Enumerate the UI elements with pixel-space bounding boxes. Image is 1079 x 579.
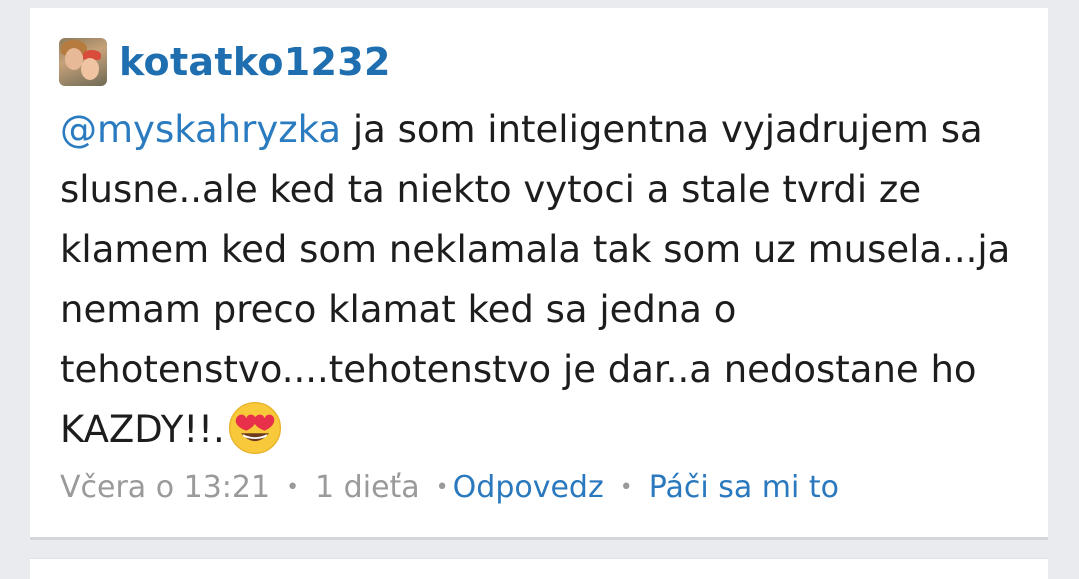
author-username[interactable]: kotatko1232 (119, 40, 391, 84)
avatar[interactable] (59, 38, 107, 86)
post-body: @myskahryzka ja som inteligentna vyjadru… (60, 100, 1035, 460)
post-category: 1 dieťa (315, 470, 420, 505)
reply-link[interactable]: Odpovedz (453, 470, 604, 505)
heart-eyes-emoji-icon (227, 400, 283, 456)
post-card: kotatko1232 @myskahryzka ja som intelige… (30, 8, 1048, 540)
post-text: ja som inteligentna vyjadrujem sa slusne… (60, 108, 1011, 451)
like-link[interactable]: Páči sa mi to (649, 470, 839, 505)
meta-separator: • (435, 475, 449, 500)
post-meta: Včera o 13:21 • 1 dieťa • Odpovedz • Páč… (60, 470, 839, 505)
meta-separator: • (619, 475, 633, 500)
post-timestamp: Včera o 13:21 (60, 470, 271, 505)
meta-separator: • (286, 475, 300, 500)
mention-link[interactable]: @myskahryzka (60, 108, 341, 151)
next-post-card (30, 558, 1048, 579)
post-header: kotatko1232 (59, 38, 391, 86)
